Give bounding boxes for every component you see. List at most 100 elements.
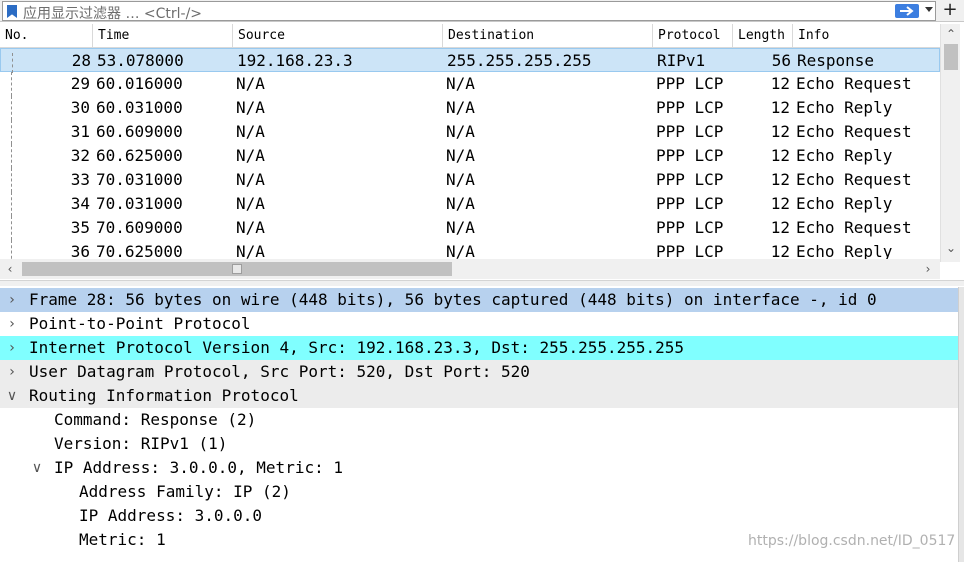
packet-row[interactable]: 35 70.609000 N/A N/A PPP LCP 12 Echo Request — [0, 216, 940, 240]
packet-list-horizontal-scrollbar[interactable]: ‹ › — [0, 259, 940, 279]
apply-filter-button[interactable] — [895, 4, 919, 18]
detail-tree-label: Internet Protocol Version 4, Src: 192.16… — [29, 338, 685, 357]
chevron-right-icon[interactable]: › — [4, 360, 20, 384]
cell-protocol: PPP LCP — [656, 146, 724, 165]
chevron-down-icon[interactable]: ∨ — [4, 384, 20, 408]
cell-source: N/A — [236, 218, 265, 237]
detail-tree-item[interactable]: › Internet Protocol Version 4, Src: 192.1… — [0, 336, 958, 360]
cell-source: N/A — [236, 74, 265, 93]
plus-icon[interactable]: + — [940, 1, 960, 21]
column-header-no[interactable]: No. — [0, 24, 93, 48]
chevron-right-icon[interactable]: › — [4, 336, 20, 360]
cell-source: N/A — [236, 194, 265, 213]
chevron-down-icon[interactable] — [925, 7, 933, 12]
cell-destination: N/A — [446, 146, 475, 165]
cell-destination: N/A — [446, 194, 475, 213]
cell-no: 29 — [70, 74, 90, 93]
details-scrollbar[interactable] — [958, 287, 964, 562]
packet-list-vertical-scrollbar[interactable]: ⌃ ⌄ — [940, 24, 960, 262]
cell-info: Echo Reply — [796, 146, 893, 165]
detail-tree-label: Metric: 1 — [79, 530, 166, 549]
column-header-protocol[interactable]: Protocol — [653, 24, 733, 48]
scrollbar-thumb[interactable] — [944, 44, 958, 70]
cell-protocol: PPP LCP — [656, 98, 724, 117]
cell-source: 192.168.23.3 — [237, 51, 353, 70]
packet-row[interactable]: 32 60.625000 N/A N/A PPP LCP 12 Echo Reply — [0, 144, 940, 168]
cell-time: 70.031000 — [96, 194, 183, 213]
cell-time: 70.609000 — [96, 218, 183, 237]
detail-tree-item[interactable]: ∨ IP Address: 3.0.0.0, Metric: 1 — [0, 456, 958, 480]
detail-tree-label: Command: Response (2) — [54, 410, 257, 429]
arrow-right-icon — [900, 6, 914, 16]
column-header-time[interactable]: Time — [93, 24, 233, 48]
cell-protocol: PPP LCP — [656, 122, 724, 141]
cell-info: Echo Reply — [796, 98, 893, 117]
scroll-up-icon[interactable]: ⌃ — [941, 26, 961, 42]
detail-tree-item[interactable]: Address Family: IP (2) — [0, 480, 958, 504]
detail-tree-label: User Datagram Protocol, Src Port: 520, D… — [29, 362, 530, 381]
cell-length: 56 — [771, 51, 791, 70]
detail-tree-item[interactable]: › Point-to-Point Protocol — [0, 312, 958, 336]
pane-splitter[interactable] — [0, 280, 964, 286]
cell-no: 34 — [70, 194, 90, 213]
cell-no: 33 — [70, 170, 90, 189]
detail-tree-label: IP Address: 3.0.0.0, Metric: 1 — [54, 458, 343, 477]
cell-info: Echo Request — [796, 170, 912, 189]
chevron-right-icon[interactable]: › — [4, 288, 20, 312]
detail-tree-item[interactable]: Command: Response (2) — [0, 408, 958, 432]
detail-tree-item[interactable]: ∨ Routing Information Protocol — [0, 384, 958, 408]
cell-length: 12 — [770, 98, 790, 117]
display-filter-input[interactable]: 应用显示过滤器 … <Ctrl-/> — [2, 1, 936, 22]
detail-tree-item[interactable]: IP Address: 3.0.0.0 — [0, 504, 958, 528]
cell-no: 35 — [70, 218, 90, 237]
detail-tree-label: Point-to-Point Protocol — [29, 314, 251, 333]
detail-tree-item[interactable]: Version: RIPv1 (1) — [0, 432, 958, 456]
packet-row[interactable]: 29 60.016000 N/A N/A PPP LCP 12 Echo Request — [0, 72, 940, 96]
cell-source: N/A — [236, 122, 265, 141]
cell-info: Response — [797, 51, 875, 70]
cell-no: 31 — [70, 122, 90, 141]
column-header-source[interactable]: Source — [233, 24, 443, 48]
cell-no: 32 — [70, 146, 90, 165]
cell-time: 60.625000 — [96, 146, 183, 165]
cell-source: N/A — [236, 170, 265, 189]
cell-time: 70.031000 — [96, 170, 183, 189]
chevron-right-icon[interactable]: › — [4, 312, 20, 336]
packet-row[interactable]: 30 60.031000 N/A N/A PPP LCP 12 Echo Reply — [0, 96, 940, 120]
cell-time: 60.031000 — [96, 98, 183, 117]
packet-row[interactable]: 31 60.609000 N/A N/A PPP LCP 12 Echo Request — [0, 120, 940, 144]
cell-protocol: PPP LCP — [656, 194, 724, 213]
cell-no: 28 — [71, 51, 91, 70]
detail-tree-item[interactable]: › Frame 28: 56 bytes on wire (448 bits), … — [0, 288, 958, 312]
cell-length: 12 — [770, 194, 790, 213]
cell-info: Echo Reply — [796, 194, 893, 213]
packet-rows: 28 53.078000 192.168.23.3 255.255.255.255 RI… — [0, 48, 940, 262]
bookmark-icon[interactable] — [7, 5, 17, 18]
packet-row[interactable]: 28 53.078000 192.168.23.3 255.255.255.255 RI… — [0, 48, 940, 73]
display-filter-toolbar: 应用显示过滤器 … <Ctrl-/> + — [0, 0, 964, 22]
column-header-destination[interactable]: Destination — [443, 24, 653, 48]
chevron-down-icon[interactable]: ∨ — [29, 456, 45, 480]
cell-protocol: PPP LCP — [656, 74, 724, 93]
cell-destination: N/A — [446, 74, 475, 93]
scrollbar-grip — [232, 264, 242, 274]
filter-placeholder: 应用显示过滤器 … <Ctrl-/> — [23, 6, 203, 22]
scroll-down-icon[interactable]: ⌄ — [941, 240, 961, 256]
cell-info: Echo Request — [796, 122, 912, 141]
column-header-info[interactable]: Info — [793, 24, 940, 48]
cell-destination: N/A — [446, 98, 475, 117]
cell-destination: N/A — [446, 170, 475, 189]
packet-list-header: No. Time Source Destination Protocol Len… — [0, 24, 940, 48]
packet-row[interactable]: 34 70.031000 N/A N/A PPP LCP 12 Echo Reply — [0, 192, 940, 216]
packet-row[interactable]: 33 70.031000 N/A N/A PPP LCP 12 Echo Request — [0, 168, 940, 192]
packet-list: No. Time Source Destination Protocol Len… — [0, 24, 960, 279]
scroll-right-icon[interactable]: › — [918, 261, 938, 277]
cell-destination: N/A — [446, 218, 475, 237]
scroll-left-icon[interactable]: ‹ — [0, 261, 20, 277]
detail-tree-label: Frame 28: 56 bytes on wire (448 bits), 5… — [29, 290, 877, 309]
detail-tree-item[interactable]: › User Datagram Protocol, Src Port: 520, … — [0, 360, 958, 384]
cell-source: N/A — [236, 98, 265, 117]
column-header-length[interactable]: Length — [733, 24, 793, 48]
detail-tree-label: Address Family: IP (2) — [79, 482, 291, 501]
detail-tree-label: Version: RIPv1 (1) — [54, 434, 228, 453]
